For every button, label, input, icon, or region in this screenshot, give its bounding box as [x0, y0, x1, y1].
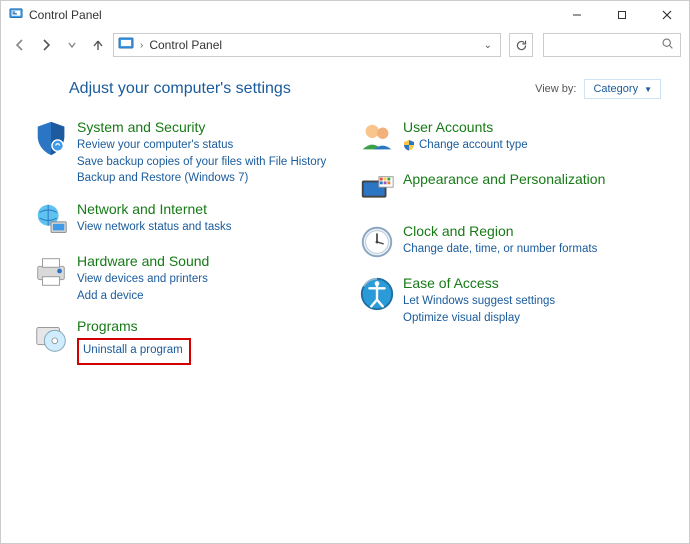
close-button[interactable] [644, 1, 689, 29]
refresh-button[interactable] [509, 33, 533, 57]
highlight-box: Uninstall a program [77, 338, 191, 365]
category-title[interactable]: User Accounts [403, 119, 528, 135]
category-title[interactable]: System and Security [77, 119, 326, 135]
view-by-value: Category [593, 83, 638, 95]
search-input[interactable] [543, 33, 681, 57]
globe-icon[interactable] [29, 201, 73, 239]
category-title[interactable]: Programs [77, 318, 191, 334]
link-file-history[interactable]: Save backup copies of your files with Fi… [77, 154, 326, 171]
category-title[interactable]: Hardware and Sound [77, 253, 209, 269]
shield-icon[interactable] [29, 119, 73, 187]
category-title[interactable]: Clock and Region [403, 223, 597, 239]
link-change-account-type[interactable]: Change account type [403, 137, 528, 154]
link-devices-printers[interactable]: View devices and printers [77, 271, 209, 288]
chevron-down-icon: ▼ [644, 85, 652, 94]
link-network-status[interactable]: View network status and tasks [77, 219, 231, 236]
category-title[interactable]: Appearance and Personalization [403, 171, 605, 187]
category-user-accounts: User Accounts Change account type [355, 119, 661, 157]
address-bar[interactable]: › Control Panel ⌄ [113, 33, 501, 57]
back-button[interactable] [9, 34, 31, 56]
category-system-security: System and Security Review your computer… [29, 119, 335, 187]
maximize-button[interactable] [599, 1, 644, 29]
category-clock: Clock and Region Change date, time, or n… [355, 223, 661, 261]
search-icon [661, 37, 674, 53]
view-by-dropdown[interactable]: Category ▼ [584, 79, 661, 99]
category-title[interactable]: Network and Internet [77, 201, 231, 217]
address-dropdown-icon[interactable]: ⌄ [480, 40, 496, 51]
control-panel-icon [9, 7, 23, 24]
titlebar: Control Panel [1, 1, 689, 29]
up-button[interactable] [87, 34, 109, 56]
chevron-right-icon[interactable]: › [140, 40, 143, 51]
category-network: Network and Internet View network status… [29, 201, 335, 239]
uac-shield-icon [403, 139, 415, 151]
view-by-label: View by: [535, 83, 576, 95]
link-add-device[interactable]: Add a device [77, 288, 209, 305]
link-backup-restore[interactable]: Backup and Restore (Windows 7) [77, 170, 326, 187]
page-title: Adjust your computer's settings [69, 80, 291, 98]
link-date-time-formats[interactable]: Change date, time, or number formats [403, 241, 597, 258]
category-title[interactable]: Ease of Access [403, 275, 555, 291]
link-suggest-settings[interactable]: Let Windows suggest settings [403, 293, 555, 310]
link-review-status[interactable]: Review your computer's status [77, 137, 326, 154]
people-icon[interactable] [355, 119, 399, 157]
category-hardware: Hardware and Sound View devices and prin… [29, 253, 335, 304]
monitor-palette-icon[interactable] [355, 171, 399, 209]
category-ease-of-access: Ease of Access Let Windows suggest setti… [355, 275, 661, 326]
navigation-bar: › Control Panel ⌄ [1, 29, 689, 61]
recent-dropdown[interactable] [61, 34, 83, 56]
category-appearance: Appearance and Personalization [355, 171, 661, 209]
window-title: Control Panel [29, 8, 102, 22]
clock-icon[interactable] [355, 223, 399, 261]
minimize-button[interactable] [554, 1, 599, 29]
window-controls [554, 1, 689, 29]
content-area: Adjust your computer's settings View by:… [1, 61, 689, 389]
ease-of-access-icon[interactable] [355, 275, 399, 326]
forward-button[interactable] [35, 34, 57, 56]
category-programs: Programs Uninstall a program [29, 318, 335, 365]
breadcrumb[interactable]: Control Panel [149, 38, 222, 52]
address-icon [118, 36, 134, 55]
printer-icon[interactable] [29, 253, 73, 304]
link-uninstall-program[interactable]: Uninstall a program [83, 342, 183, 359]
disc-icon[interactable] [29, 318, 73, 365]
link-optimize-display[interactable]: Optimize visual display [403, 310, 555, 327]
